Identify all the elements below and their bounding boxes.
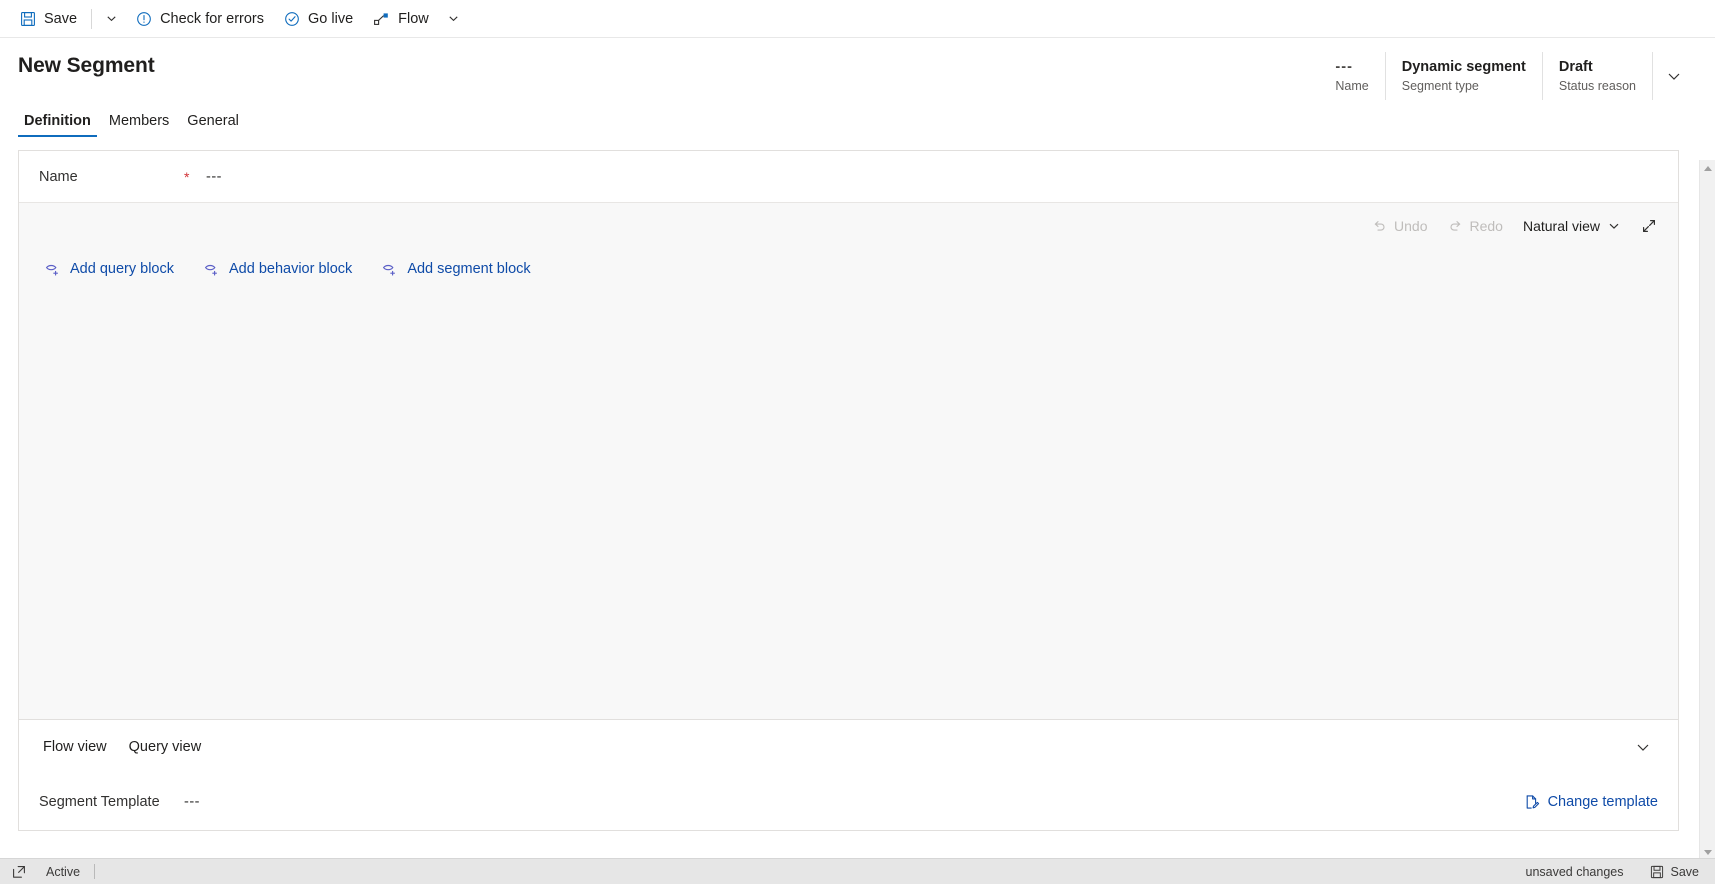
redo-label: Redo <box>1469 218 1503 234</box>
header-expand-button[interactable] <box>1657 52 1691 100</box>
chevron-down-icon <box>447 12 460 25</box>
save-dropdown-caret[interactable] <box>96 0 126 38</box>
chevron-down-icon <box>1665 67 1683 85</box>
undo-button[interactable]: Undo <box>1363 213 1436 239</box>
header-meta-segment-type: Dynamic segment Segment type <box>1386 52 1543 100</box>
status-bar-right: unsaved changes Save <box>1512 865 1715 879</box>
save-button-label: Save <box>44 10 78 27</box>
tab-definition[interactable]: Definition <box>18 113 97 137</box>
view-mode-dropdown[interactable]: Natural view <box>1514 213 1630 239</box>
expand-canvas-button[interactable] <box>1632 213 1666 239</box>
scroll-up-button[interactable] <box>1700 160 1715 176</box>
tab-flow-view[interactable]: Flow view <box>39 737 111 757</box>
status-bar: Active unsaved changes Save <box>0 858 1715 884</box>
save-icon <box>1650 865 1664 879</box>
header-meta-status-reason-label: Status reason <box>1558 78 1636 93</box>
tab-flow-view-label: Flow view <box>43 739 107 755</box>
popout-icon <box>12 865 26 879</box>
header-metadata: --- Name Dynamic segment Segment type Dr… <box>1319 52 1691 100</box>
add-block-icon <box>204 262 220 277</box>
view-mode-label: Natural view <box>1522 218 1600 234</box>
add-segment-block-button[interactable]: Add segment block <box>382 261 531 277</box>
header-meta-name: --- Name <box>1319 52 1386 100</box>
name-field-row: Name * --- <box>19 151 1678 203</box>
bottom-panel: Flow view Query view Segment Template --… <box>18 720 1679 831</box>
add-query-block-label: Add query block <box>70 261 174 277</box>
collapse-panel-button[interactable] <box>1630 734 1656 760</box>
undo-icon <box>1372 219 1387 234</box>
add-block-icon <box>45 262 61 277</box>
go-live-label: Go live <box>308 10 354 27</box>
header-meta-name-label: Name <box>1335 78 1369 93</box>
header-meta-status-reason-value: Draft <box>1558 58 1593 75</box>
triangle-down-icon <box>1704 849 1712 855</box>
name-input[interactable]: --- <box>206 169 222 185</box>
undo-label: Undo <box>1394 218 1428 234</box>
add-behavior-block-button[interactable]: Add behavior block <box>204 261 352 277</box>
popout-button[interactable] <box>6 865 32 879</box>
header-meta-name-value: --- <box>1335 58 1353 75</box>
status-bar-divider <box>94 864 96 879</box>
page-header: New Segment --- Name Dynamic segment Seg… <box>0 38 1715 104</box>
status-bar-left: Active <box>0 864 96 879</box>
canvas-toolbar: Undo Redo Natural view <box>1363 203 1666 249</box>
tab-strip: Definition Members General <box>0 104 1715 138</box>
chevron-down-icon <box>105 12 118 25</box>
save-icon <box>20 11 36 27</box>
change-template-button[interactable]: Change template <box>1524 794 1658 810</box>
status-text: Active <box>46 864 81 879</box>
view-tabs-row: Flow view Query view <box>19 720 1678 774</box>
add-segment-block-label: Add segment block <box>407 261 531 277</box>
tab-members[interactable]: Members <box>103 113 175 137</box>
header-meta-segment-type-label: Segment type <box>1401 78 1479 93</box>
definition-card: Name * --- Undo Redo Natural view Add qu… <box>18 150 1679 720</box>
check-circle-icon <box>284 11 300 27</box>
vertical-scrollbar[interactable] <box>1699 160 1715 860</box>
segment-canvas[interactable]: Undo Redo Natural view Add query block A… <box>19 203 1678 719</box>
tab-definition-label: Definition <box>24 113 91 129</box>
tab-query-view[interactable]: Query view <box>125 737 206 757</box>
check-for-errors-button[interactable]: Check for errors <box>126 0 274 38</box>
go-live-button[interactable]: Go live <box>274 0 363 38</box>
flow-icon <box>373 11 390 27</box>
expand-icon <box>1641 218 1657 234</box>
flow-button-label: Flow <box>398 10 429 27</box>
status-save-label: Save <box>1670 864 1700 879</box>
chevron-down-icon <box>1607 219 1621 233</box>
check-for-errors-label: Check for errors <box>160 10 265 27</box>
change-template-label: Change template <box>1547 794 1658 810</box>
save-button[interactable]: Save <box>10 0 87 38</box>
triangle-up-icon <box>1704 165 1712 171</box>
segment-template-row: Segment Template --- Change template <box>19 774 1678 830</box>
tab-general[interactable]: General <box>181 113 245 137</box>
page-edit-icon <box>1524 794 1540 810</box>
name-field-label: Name <box>39 168 78 185</box>
add-block-links: Add query block Add behavior block Add s… <box>45 261 531 277</box>
redo-button[interactable]: Redo <box>1439 213 1512 239</box>
unsaved-changes-text: unsaved changes <box>1525 864 1624 879</box>
segment-template-value: --- <box>184 794 200 810</box>
status-save-button[interactable]: Save <box>1638 865 1708 879</box>
header-meta-segment-type-value: Dynamic segment <box>1401 58 1526 75</box>
tab-query-view-label: Query view <box>128 739 202 755</box>
chevron-down-icon <box>1634 738 1652 756</box>
tab-members-label: Members <box>108 113 170 129</box>
add-query-block-button[interactable]: Add query block <box>45 261 174 277</box>
error-circle-icon <box>136 11 152 27</box>
header-meta-status-reason: Draft Status reason <box>1543 52 1653 100</box>
command-bar: Save Check for errors Go live Flow <box>0 0 1715 38</box>
add-block-icon <box>382 262 398 277</box>
flow-button[interactable]: Flow <box>363 0 439 38</box>
redo-icon <box>1448 219 1463 234</box>
add-behavior-block-label: Add behavior block <box>228 261 353 277</box>
segment-template-label: Segment Template <box>39 794 160 810</box>
flow-dropdown-caret[interactable] <box>439 0 469 38</box>
tab-general-label: General <box>187 113 239 129</box>
required-indicator: * <box>184 168 190 185</box>
command-bar-divider <box>91 8 93 29</box>
